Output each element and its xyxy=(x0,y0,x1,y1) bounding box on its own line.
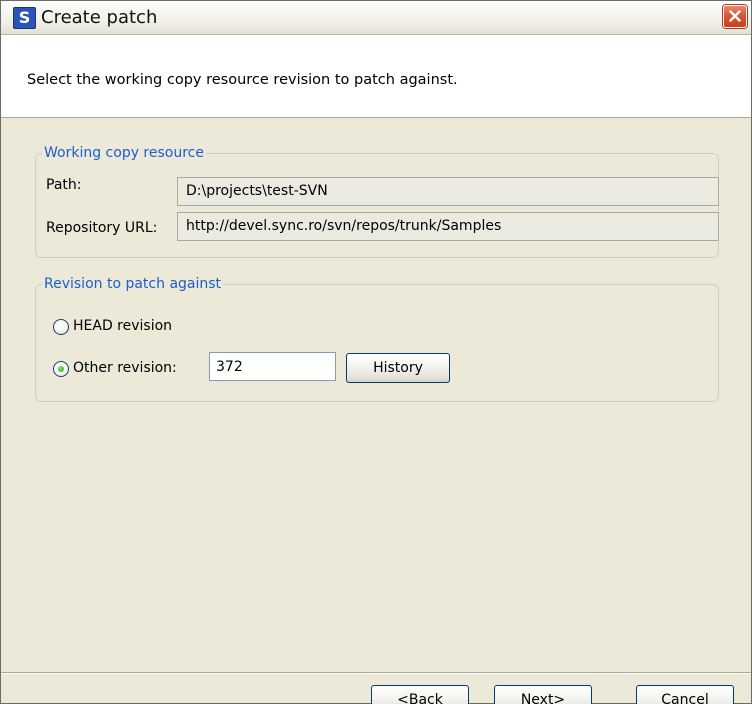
description-text: Select the working copy resource revisio… xyxy=(27,72,458,88)
description-banner: Select the working copy resource revisio… xyxy=(1,35,751,118)
history-button[interactable]: History xyxy=(346,353,450,383)
repository-url-label: Repository URL: xyxy=(46,220,158,236)
head-revision-label[interactable]: HEAD revision xyxy=(73,317,172,335)
revision-number-input[interactable] xyxy=(209,352,336,381)
path-field: D:\projects\test-SVN xyxy=(177,177,719,206)
back-button[interactable]: <Back xyxy=(371,685,469,704)
close-button[interactable] xyxy=(723,5,747,28)
next-button[interactable]: Next> xyxy=(494,685,592,704)
create-patch-dialog: S Create patch Select the working copy r… xyxy=(0,0,752,704)
radio-selected-dot xyxy=(58,366,64,372)
window-title: Create patch xyxy=(41,7,158,28)
title-bar[interactable]: S Create patch xyxy=(1,1,751,35)
working-copy-group: Working copy resource Path: D:\projects\… xyxy=(35,144,719,258)
repository-url-field: http://devel.sync.ro/svn/repos/trunk/Sam… xyxy=(177,212,719,241)
working-copy-legend: Working copy resource xyxy=(42,144,206,162)
cancel-button[interactable]: Cancel xyxy=(636,685,734,704)
path-label: Path: xyxy=(46,177,82,193)
close-icon xyxy=(729,10,741,22)
svn-logo-icon: S xyxy=(13,7,36,29)
other-revision-label[interactable]: Other revision: xyxy=(73,359,177,377)
revision-group: Revision to patch against HEAD revision … xyxy=(35,275,719,402)
revision-legend: Revision to patch against xyxy=(42,275,224,293)
footer-separator xyxy=(1,672,751,674)
head-revision-radio[interactable] xyxy=(53,319,69,335)
other-revision-radio[interactable] xyxy=(53,361,69,377)
